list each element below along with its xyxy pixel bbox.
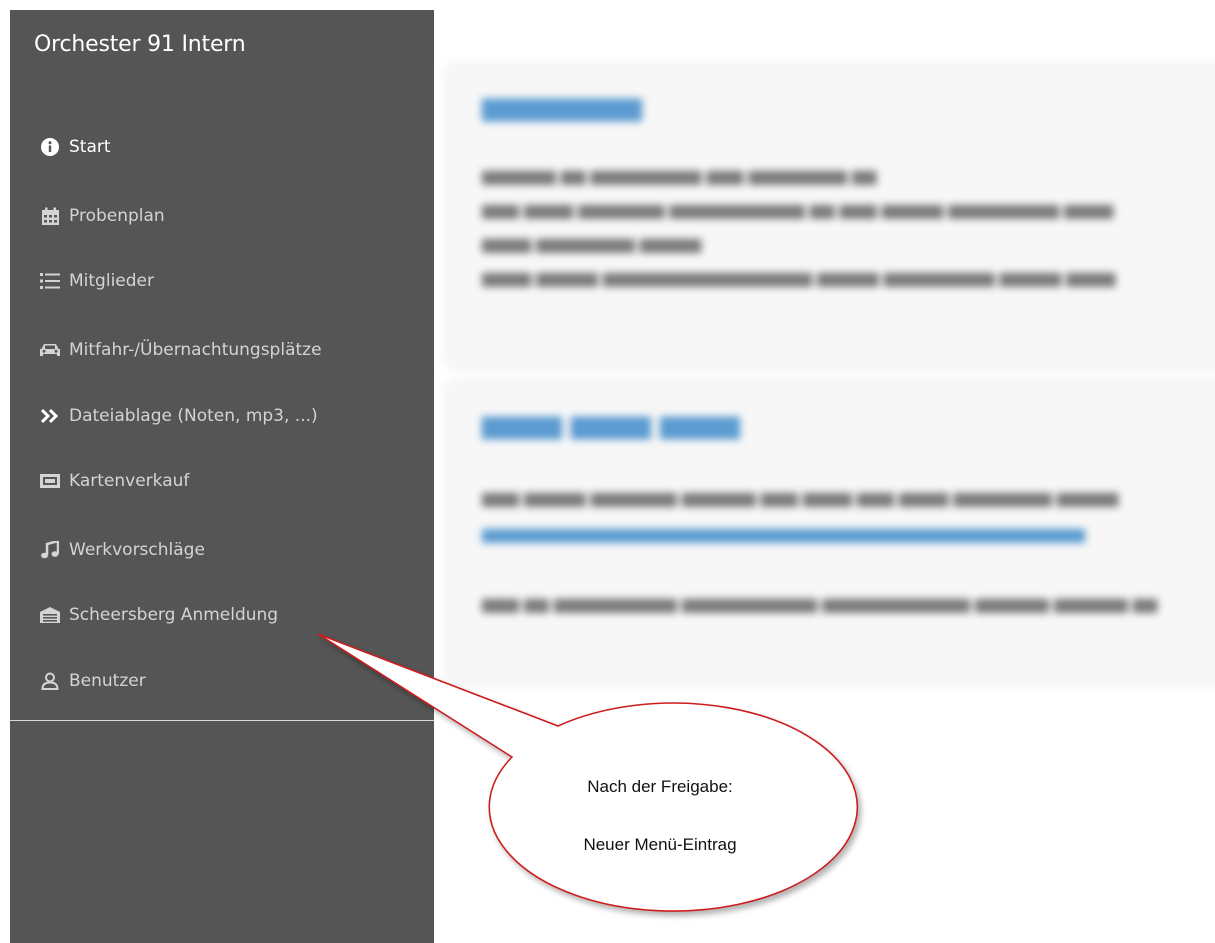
nav-item-mitglieder[interactable]: Mitglieder [39,261,154,301]
nav-item-probenplan[interactable]: Probenplan [39,196,165,236]
card-title: ▆▆▆▆▆▆▆▆ [482,92,642,122]
card-title: ▆▆▆▆ ▆▆▆▆ ▆▆▆▆ [482,410,741,440]
user-icon [39,670,61,692]
nav-item-label: Mitfahr-/Übernachtungsplätze [69,340,322,360]
nav-item-dateiablage[interactable]: Dateiablage (Noten, mp3, ...) [39,396,318,436]
nav-item-label: Probenplan [69,206,165,226]
list-icon [39,270,61,292]
nav-item-benutzer[interactable]: Benutzer [39,661,146,701]
callout-text-line-1: Nach der Freigabe: [587,777,733,796]
nav-item-label: Kartenverkauf [69,471,190,491]
nav-item-label: Scheersberg Anmeldung [69,605,279,625]
car-icon [39,339,61,361]
nav-item-kartenverkauf[interactable]: Kartenverkauf [39,461,189,501]
nav-item-werkvorschlaege[interactable]: Werkvorschläge [39,530,205,570]
info-card: ▆▆▆▆ ▆▆▆▆ ▆▆▆▆ ▆▆▆ ▆▆▆▆▆ ▆▆▆▆▆▆▆ ▆▆▆▆▆▆ … [448,384,1215,682]
nav-item-label: Werkvorschläge [69,540,205,560]
card-link: ▆▆▆▆▆▆▆▆▆▆▆▆▆▆▆▆▆▆▆▆▆▆▆▆▆▆▆▆▆▆▆▆▆▆▆▆▆▆▆▆… [482,524,1085,543]
nav-item-label: Start [69,137,111,157]
callout-text-line-2: Neuer Menü-Eintrag [583,835,737,854]
music-note-icon [39,539,61,561]
welcome-card: ▆▆▆▆▆▆▆▆ ▆▆▆▆▆▆ ▆▆ ▆▆▆▆▆▆▆▆▆ ▆▆▆ ▆▆▆▆▆▆▆… [448,66,1215,366]
card-text-line: ▆▆▆▆▆▆ ▆▆ ▆▆▆▆▆▆▆▆▆ ▆▆▆ ▆▆▆▆▆▆▆▆ ▆▆ [482,166,877,185]
card-text-line: ▆▆▆ ▆▆▆▆▆ ▆▆▆▆▆▆▆ ▆▆▆▆▆▆ ▆▆▆ ▆▆▆▆ ▆▆▆ ▆▆… [482,488,1119,507]
card-text-line: ▆▆▆▆ ▆▆▆▆▆ ▆▆▆▆▆▆▆▆▆▆▆▆▆▆▆▆▆ ▆▆▆▆▆ ▆▆▆▆▆… [482,268,1116,287]
ticket-icon [39,470,61,492]
double-chevron-right-icon [39,405,61,427]
nav-item-start[interactable]: Start [39,127,111,167]
info-circle-icon [39,136,61,158]
sidebar-divider [10,720,434,721]
card-text-line: ▆▆▆ ▆▆ ▆▆▆▆▆▆▆▆▆▆ ▆▆▆▆▆▆▆▆▆▆▆ ▆▆▆▆▆▆▆▆▆▆… [482,594,1158,613]
building-icon [39,604,61,626]
card-text-line: ▆▆▆ ▆▆▆▆ ▆▆▆▆▆▆▆ ▆▆▆▆▆▆▆▆▆▆▆ ▆▆ ▆▆▆ ▆▆▆▆… [482,200,1114,219]
card-text-line: ▆▆▆▆ ▆▆▆▆▆▆▆▆ ▆▆▆▆▆ [482,234,702,253]
nav-item-mitfahr[interactable]: Mitfahr-/Übernachtungsplätze [39,330,322,370]
nav-item-label: Dateiablage (Noten, mp3, ...) [69,406,318,426]
sidebar: Orchester 91 Intern Start Probenplan Mit… [10,10,434,943]
nav-item-scheersberg[interactable]: Scheersberg Anmeldung [39,595,278,635]
nav-item-label: Benutzer [69,671,146,691]
app-title[interactable]: Orchester 91 Intern [34,32,246,57]
nav-item-label: Mitglieder [69,271,154,291]
calendar-icon [39,205,61,227]
